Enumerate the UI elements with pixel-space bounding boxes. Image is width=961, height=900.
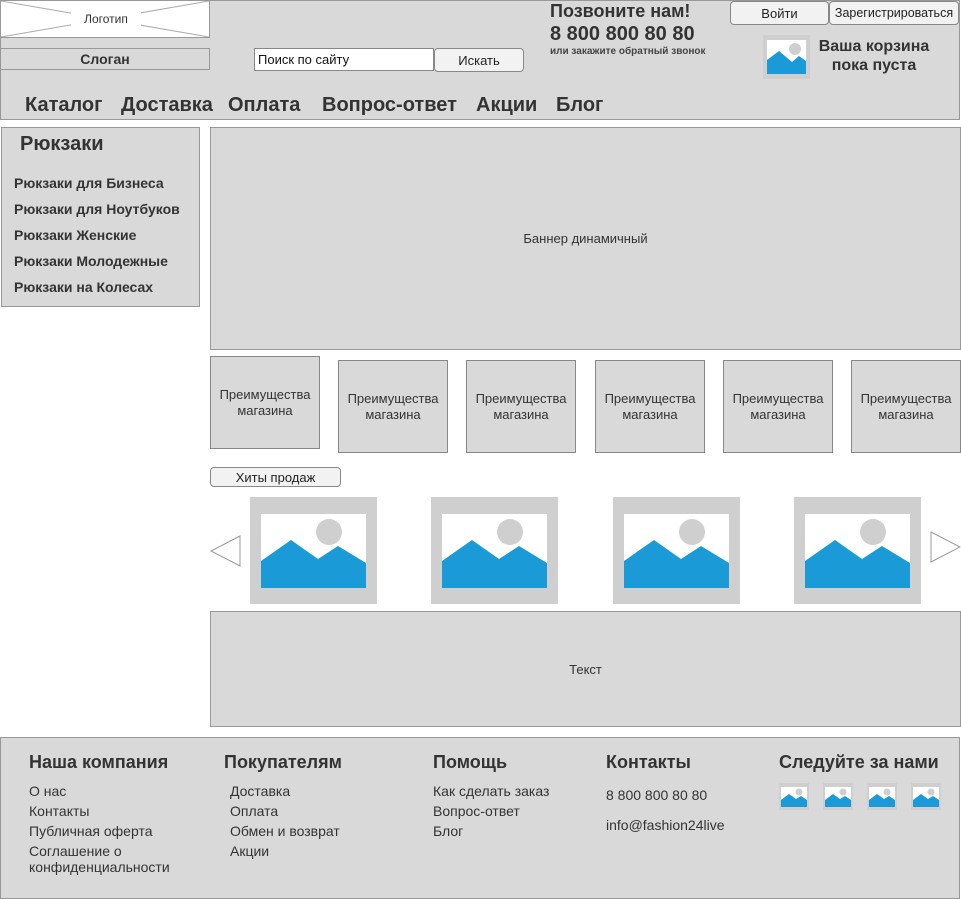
footer-buyers-title: Покупателям: [224, 752, 342, 772]
slogan: Слоган: [0, 48, 210, 70]
footer-contacts-title: Контакты: [606, 752, 691, 772]
sidebar-item-youth[interactable]: Рюкзаки Молодежные: [14, 253, 168, 269]
image-icon: [767, 40, 806, 74]
search-button[interactable]: Искать: [434, 48, 524, 72]
footer-link-faq[interactable]: Вопрос-ответ: [433, 803, 520, 819]
login-button[interactable]: Войти: [730, 1, 829, 25]
feature-line2: магазина: [365, 406, 421, 422]
cart-status[interactable]: Ваша корзина пока пуста: [814, 37, 934, 75]
feature-line1: Преимущества: [347, 390, 439, 406]
register-button[interactable]: Зарегистрироваться: [829, 1, 959, 25]
image-icon: [624, 513, 729, 588]
image-icon: [805, 513, 910, 588]
sidebar-item-women[interactable]: Рюкзаки Женские: [14, 227, 136, 243]
sidebar-item-laptop[interactable]: Рюкзаки для Ноутбуков: [14, 201, 180, 217]
feature-line1: Преимущества: [604, 390, 696, 406]
image-icon: [781, 786, 807, 807]
text-block-label: Текст: [569, 661, 602, 677]
sidebar-item-business[interactable]: Рюкзаки для Бизнеса: [14, 175, 164, 191]
nav-promotions[interactable]: Акции: [476, 94, 537, 117]
product-image[interactable]: [431, 497, 558, 604]
banner-label: Баннер динамичный: [523, 231, 648, 246]
sidebar-title: Рюкзаки: [20, 133, 104, 155]
feature-card: Преимущества магазина: [851, 360, 961, 453]
footer-phone[interactable]: 8 800 800 80 80: [606, 787, 707, 803]
image-icon: [442, 513, 547, 588]
arrow-left-icon[interactable]: [210, 535, 241, 567]
nav-faq[interactable]: Вопрос-ответ: [322, 94, 457, 117]
social-link[interactable]: [823, 783, 853, 810]
call-title: Позвоните нам!: [550, 1, 691, 21]
product-image[interactable]: [613, 497, 740, 604]
text-block: Текст: [210, 611, 961, 727]
nav-blog[interactable]: Блог: [556, 94, 603, 117]
footer-link-blog[interactable]: Блог: [433, 823, 463, 839]
feature-line2: магазина: [878, 406, 934, 422]
arrow-right-icon[interactable]: [930, 531, 961, 563]
footer-link-promotions[interactable]: Акции: [230, 843, 269, 859]
cart-status-line2: пока пуста: [831, 57, 917, 74]
nav-catalog[interactable]: Каталог: [25, 94, 102, 117]
logo[interactable]: Логотип: [0, 0, 210, 38]
image-icon: [869, 786, 895, 807]
sidebar: Рюкзаки Рюкзаки для Бизнеса Рюкзаки для …: [1, 127, 200, 307]
footer-link-offer[interactable]: Публичная оферта: [29, 823, 153, 839]
logo-label: Логотип: [71, 10, 141, 28]
footer-social-title: Следуйте за нами: [779, 752, 939, 772]
feature-card: Преимущества магазина: [595, 360, 705, 453]
feature-line1: Преимущества: [732, 390, 824, 406]
feature-line1: Преимущества: [860, 390, 952, 406]
social-link[interactable]: [779, 783, 809, 810]
callback-link[interactable]: или закажите обратный звонок: [550, 46, 705, 57]
footer-link-returns[interactable]: Обмен и возврат: [230, 823, 340, 839]
call-phone[interactable]: 8 800 800 80 80: [550, 23, 695, 46]
feature-card: Преимущества магазина: [466, 360, 576, 453]
footer-link-how-to-order[interactable]: Как сделать заказ: [433, 783, 549, 799]
banner[interactable]: Баннер динамичный: [210, 127, 961, 350]
feature-line2: магазина: [237, 402, 293, 418]
footer-company-title: Наша компания: [29, 752, 169, 772]
product-image[interactable]: [250, 497, 377, 604]
product-image[interactable]: [794, 497, 921, 604]
feature-card: Преимущества магазина: [723, 360, 833, 453]
footer-link-privacy[interactable]: Соглашение о конфиденциальности: [29, 843, 189, 875]
feature-line2: магазина: [750, 406, 806, 422]
search-input[interactable]: Поиск по сайту: [254, 48, 434, 71]
sidebar-item-wheels[interactable]: Рюкзаки на Колесах: [14, 279, 153, 295]
nav-delivery[interactable]: Доставка: [121, 94, 213, 117]
feature-line1: Преимущества: [475, 390, 567, 406]
feature-line2: магазина: [622, 406, 678, 422]
cart-status-line1: Ваша корзина: [818, 38, 930, 55]
image-icon: [913, 786, 939, 807]
feature-line2: магазина: [493, 406, 549, 422]
social-link[interactable]: [911, 783, 941, 810]
footer-help-title: Помощь: [433, 752, 508, 772]
image-icon: [261, 513, 366, 588]
cart-image[interactable]: [763, 35, 810, 79]
feature-line1: Преимущества: [219, 386, 311, 402]
image-icon: [825, 786, 851, 807]
footer-link-payment[interactable]: Оплата: [230, 803, 278, 819]
feature-card: Преимущества магазина: [338, 360, 448, 453]
bestsellers-tab[interactable]: Хиты продаж: [210, 467, 341, 487]
footer-email[interactable]: info@fashion24live: [606, 817, 725, 833]
feature-card: Преимущества магазина: [210, 356, 320, 449]
footer-link-contacts[interactable]: Контакты: [29, 803, 89, 819]
footer-link-about[interactable]: О нас: [29, 783, 66, 799]
nav-payment[interactable]: Оплата: [228, 94, 300, 117]
social-link[interactable]: [867, 783, 897, 810]
footer-link-delivery[interactable]: Доставка: [230, 783, 290, 799]
